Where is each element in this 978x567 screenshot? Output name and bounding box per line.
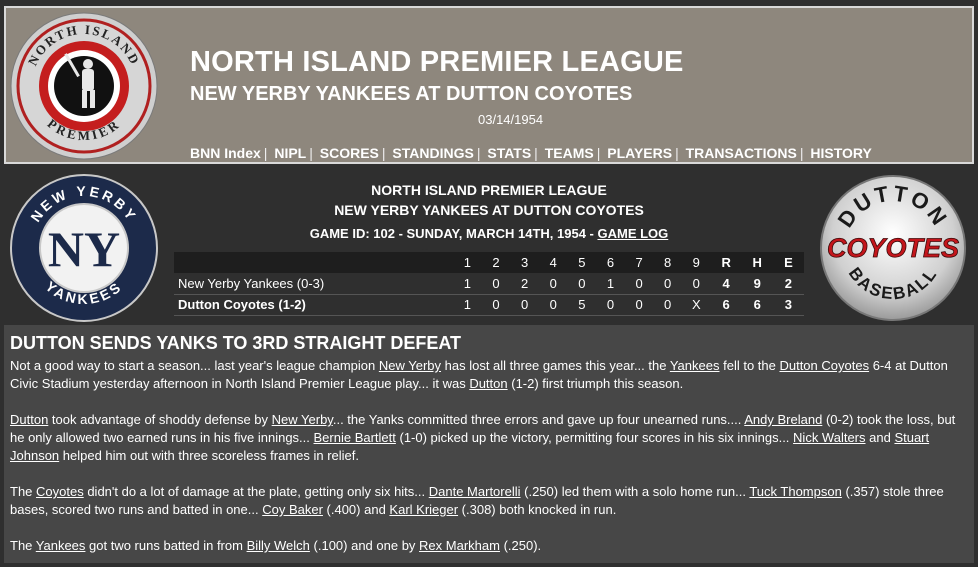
article-text: (.308) both knocked in run. [458,502,617,517]
away-runs: 4 [722,275,730,291]
article-paragraph: The Coyotes didn't do a lot of damage at… [10,483,968,519]
article-text: and [865,430,895,445]
inning-header: 7 [635,255,643,270]
linescore-header-row: 1 2 3 4 5 6 7 8 9 R H E [174,252,804,273]
table-row: Dutton Coyotes (1-2) 1 0 0 0 5 0 0 0 X 6… [174,294,804,315]
page-subtitle: NEW YERBY YANKEES AT DUTTON COYOTES [190,83,633,105]
away-errors: 2 [784,275,793,291]
inning-header: 4 [549,255,557,270]
article-link[interactable]: Dutton Coyotes [779,358,869,373]
nav-stats[interactable]: STATS [487,145,531,161]
article-link[interactable]: Nick Walters [793,430,865,445]
home-errors: 3 [784,297,793,312]
article-paragraph: The Yankees got two runs batted in from … [10,537,968,555]
article-link[interactable]: Rex Markham [419,538,500,553]
article-text: The [10,484,37,499]
article-link[interactable]: Dutton [10,412,48,427]
article-link[interactable]: Karl Krieger [389,502,458,517]
coyotes-logo[interactable]: DUTTON COYOTES BASEBALL [818,174,968,322]
article-text: has lost all three games this year... th… [441,358,670,373]
league-logo[interactable]: NORTH ISLAND PREMIER [10,12,158,160]
away-hits: 9 [753,275,761,291]
article-link[interactable]: Billy Welch [247,538,310,553]
summary-matchup: NEW YERBY YANKEES AT DUTTON COYOTES [334,202,644,218]
article-link[interactable]: Dutton [469,376,507,391]
inning-header: 6 [606,255,615,270]
article-text: took advantage of shoddy defense by [48,412,272,427]
summary-game-id: GAME ID: 102 - SUNDAY, MARCH 14TH, 1954 … [309,226,669,241]
inning-header: 1 [463,255,472,270]
linescore-table: 1 2 3 4 5 6 7 8 9 R H E New Yerby Yankee… [174,252,804,316]
article-headline: DUTTON SENDS YANKS TO 3RD STRAIGHT DEFEA… [10,333,462,353]
main-nav: BNN Index | NIPL | SCORES | STANDINGS | STAT… [190,145,872,161]
article-link[interactable]: Bernie Bartlett [314,430,396,445]
yankees-logo[interactable]: NY NEW YERBY YANKEES [10,174,158,322]
article-paragraph: Not a good way to start a season... last… [10,357,968,393]
article-link[interactable]: Andy Breland [744,412,822,427]
page-title: NORTH ISLAND PREMIER LEAGUE [190,46,684,78]
article-link[interactable]: Dante Martorelli [429,484,521,499]
article-text: (1-0) picked up the victory, permitting … [395,430,794,445]
article-text: helped him out with three scoreless fram… [59,448,360,463]
nav-history[interactable]: HISTORY [810,145,871,161]
article-link[interactable]: Yankees [36,538,86,553]
game-log-link[interactable]: GAME LOG [597,226,668,241]
errors-header: E [784,255,793,270]
article-text: (.250). [499,538,542,553]
article-text: (.250) led them with a solo home run... [520,484,750,499]
article-link[interactable]: Coyotes [36,484,84,499]
home-hits: 6 [753,297,761,312]
summary-league: NORTH ISLAND PREMIER LEAGUE [371,182,607,198]
table-row: New Yerby Yankees (0-3) 1 0 2 0 0 1 0 0 … [174,273,804,294]
article-text: got two runs batted in from [85,538,247,553]
svg-text:NY: NY [48,221,120,277]
article-paragraph: Dutton took advantage of shoddy defense … [10,411,968,465]
article-link[interactable]: New Yerby [272,412,333,427]
article-link[interactable]: Coy Baker [262,502,323,517]
game-summary: NY NEW YERBY YANKEES NORTH ISLAND PREMIE… [0,168,978,322]
inning-header: 2 [492,255,500,270]
nav-players[interactable]: PLAYERS [607,145,672,161]
away-team-name: New Yerby Yankees (0-3) [178,275,325,291]
home-runs: 6 [722,297,730,312]
nav-bnn-index[interactable]: BNN Index [190,145,261,161]
article-text: ... the Yanks committed three errors and… [332,412,745,427]
svg-text:COYOTES: COYOTES [827,233,959,263]
game-date: 03/14/1954 [478,112,544,127]
game-recap-article: DUTTON SENDS YANKS TO 3RD STRAIGHT DEFEA… [4,325,974,563]
nav-teams[interactable]: TEAMS [545,145,594,161]
article-text: The [10,538,36,553]
inning-header: 5 [578,255,586,270]
article-text: Not a good way to start a season... last… [10,358,379,373]
article-text: (.100) and one by [309,538,420,553]
article-body: Not a good way to start a season... last… [10,357,968,555]
article-text: (1-2) first triumph this season. [507,376,684,391]
article-text: (.400) and [322,502,390,517]
inning-header: 3 [521,255,529,270]
article-link[interactable]: Yankees [670,358,720,373]
league-header-banner: NORTH ISLAND PREMIER NORTH ISLAND PREMIE… [4,6,974,164]
nav-standings[interactable]: STANDINGS [392,145,473,161]
article-text: fell to the [719,358,780,373]
inning-header: 8 [664,255,672,270]
inning-header: 9 [692,255,700,270]
home-team-name: Dutton Coyotes (1-2) [178,297,306,312]
nav-nipl[interactable]: NIPL [274,145,306,161]
runs-header: R [721,255,731,270]
nav-scores[interactable]: SCORES [320,145,379,161]
nav-transactions[interactable]: TRANSACTIONS [686,145,797,161]
article-link[interactable]: Tuck Thompson [749,484,842,499]
hits-header: H [752,255,762,270]
article-link[interactable]: New Yerby [379,358,441,373]
article-text: didn't do a lot of damage at the plate, … [83,484,429,499]
